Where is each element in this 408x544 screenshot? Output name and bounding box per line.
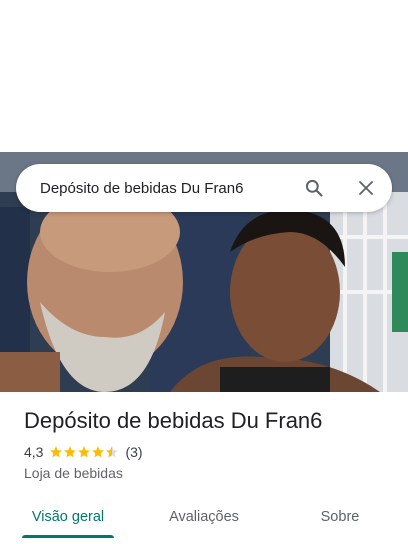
tab-label: Visão geral bbox=[31, 509, 105, 525]
place-category[interactable]: Loja de bebidas bbox=[24, 465, 123, 481]
tab-label: Sobre bbox=[320, 509, 360, 525]
tab-reviews[interactable]: Avaliações bbox=[136, 494, 272, 540]
close-icon[interactable] bbox=[354, 176, 378, 200]
tab-label: Avaliações bbox=[169, 509, 239, 525]
star-half-icon bbox=[106, 446, 119, 458]
place-title: Depósito de bebidas Du Fran6 bbox=[24, 408, 323, 433]
tab-overview[interactable]: Visão geral bbox=[0, 494, 136, 540]
star-icon bbox=[92, 446, 105, 458]
search-input[interactable]: Depósito de bebidas Du Fran6 bbox=[40, 180, 302, 197]
rating-value: 4,3 bbox=[24, 444, 44, 460]
star-icon bbox=[64, 446, 77, 458]
search-bar[interactable]: Depósito de bebidas Du Fran6 bbox=[16, 164, 392, 212]
star-rating bbox=[49, 445, 119, 459]
map-blank-area[interactable] bbox=[0, 0, 408, 152]
active-tab-indicator bbox=[22, 535, 114, 538]
rating-row[interactable]: 4,3 (3) bbox=[24, 444, 143, 460]
place-tabs: Visão geral Avaliações Sobre bbox=[0, 494, 408, 540]
star-icon bbox=[78, 446, 91, 458]
tab-about[interactable]: Sobre bbox=[272, 494, 408, 540]
star-icon bbox=[50, 446, 63, 458]
review-count[interactable]: (3) bbox=[125, 444, 142, 460]
search-icon[interactable] bbox=[302, 176, 326, 200]
place-details-page: Depósito de bebidas Du Fran6 Depósito de… bbox=[0, 0, 408, 544]
